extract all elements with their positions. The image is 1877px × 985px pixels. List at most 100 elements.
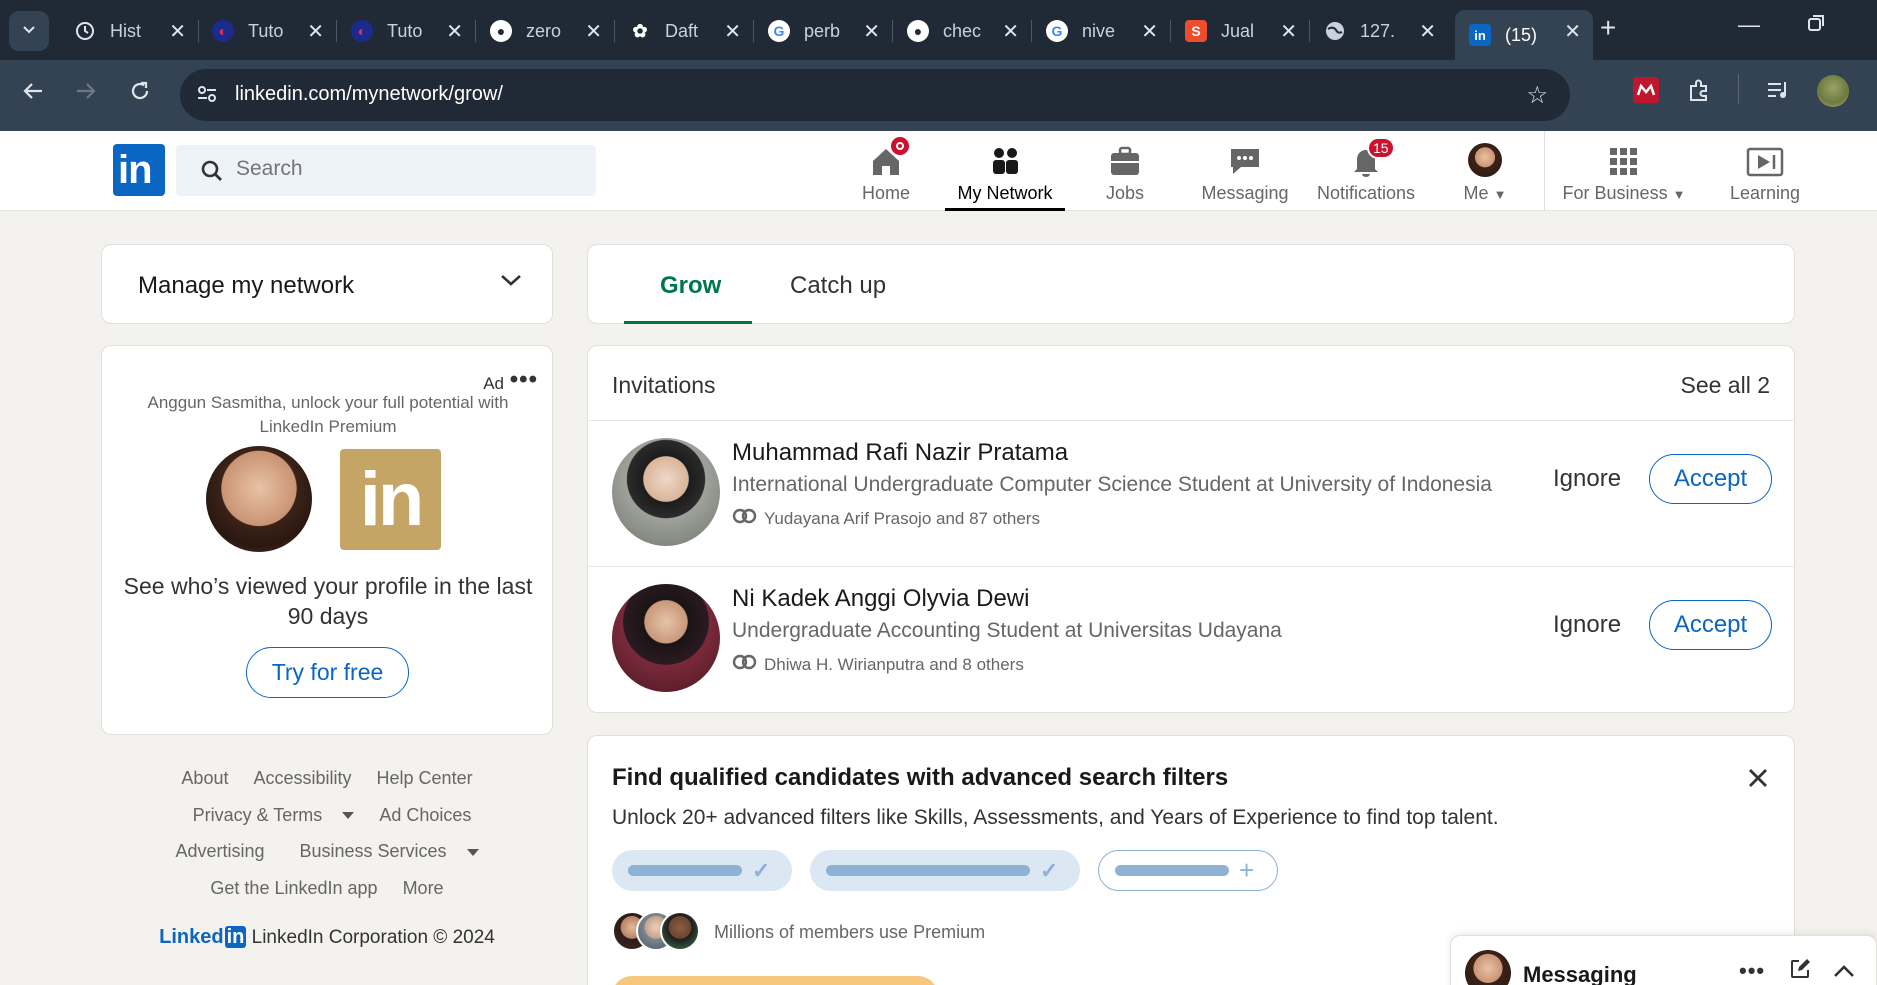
close-icon[interactable]: ✕ bbox=[1419, 19, 1436, 44]
more-options-icon[interactable]: ••• bbox=[510, 366, 538, 394]
filter-chip-add: + bbox=[1098, 850, 1278, 891]
back-icon[interactable] bbox=[22, 78, 44, 109]
see-all-invitations-link[interactable]: See all 2 bbox=[1680, 372, 1770, 399]
search-input[interactable] bbox=[236, 157, 566, 181]
invitation-name[interactable]: Muhammad Rafi Nazir Pratama bbox=[732, 439, 1068, 467]
browser-tab[interactable]: ● zero ✕ bbox=[476, 10, 615, 52]
nav-my-network[interactable]: My Network bbox=[945, 141, 1065, 211]
close-icon[interactable]: ✕ bbox=[863, 19, 880, 44]
ad-headline: See who’s viewed your profile in the las… bbox=[123, 573, 533, 629]
footer-link-get-app[interactable]: Get the LinkedIn app bbox=[210, 878, 377, 898]
invitation-name[interactable]: Ni Kadek Anggi Olyvia Dewi bbox=[732, 585, 1029, 613]
reload-icon[interactable] bbox=[129, 78, 151, 109]
invitation-avatar[interactable] bbox=[612, 438, 720, 546]
site-settings-icon[interactable] bbox=[196, 83, 218, 110]
close-icon[interactable]: ✕ bbox=[1002, 19, 1019, 44]
browser-tab[interactable]: 127. ✕ bbox=[1310, 10, 1448, 52]
premium-cta-button[interactable] bbox=[612, 976, 938, 985]
nav-messaging[interactable]: Messaging bbox=[1200, 141, 1290, 211]
compose-icon[interactable] bbox=[1789, 958, 1811, 985]
messaging-avatar bbox=[1465, 950, 1511, 985]
close-icon[interactable]: ✕ bbox=[1564, 19, 1581, 44]
tab-title: zero bbox=[526, 20, 562, 41]
mendeley-extension-icon[interactable] bbox=[1633, 77, 1659, 108]
google-icon: G bbox=[1046, 20, 1068, 42]
chevron-down-icon[interactable] bbox=[500, 273, 522, 292]
bell-icon: 15 bbox=[1349, 137, 1395, 177]
invitation-headline: International Undergraduate Computer Sci… bbox=[732, 473, 1492, 496]
browser-tab[interactable]: S Jual ✕ bbox=[1171, 10, 1310, 52]
profile-avatar[interactable] bbox=[1817, 75, 1849, 107]
accept-button[interactable]: Accept bbox=[1649, 454, 1772, 504]
footer-link-help-center[interactable]: Help Center bbox=[377, 768, 473, 788]
header-divider bbox=[1544, 131, 1545, 211]
close-icon[interactable]: ✕ bbox=[724, 19, 741, 44]
try-for-free-button[interactable]: Try for free bbox=[246, 647, 409, 698]
media-controls-icon[interactable] bbox=[1765, 77, 1791, 108]
close-icon[interactable]: ✕ bbox=[1141, 19, 1158, 44]
footer-link-accessibility[interactable]: Accessibility bbox=[253, 768, 351, 788]
forward-icon[interactable] bbox=[75, 78, 97, 109]
messaging-overlay[interactable]: Messaging ••• bbox=[1450, 935, 1877, 985]
nav-label: Home bbox=[861, 183, 910, 203]
tab-title: nive bbox=[1082, 20, 1116, 41]
nav-notifications[interactable]: 15 Notifications bbox=[1313, 137, 1419, 211]
mutual-connections: Yudayana Arif Prasojo and 87 others bbox=[732, 508, 1040, 529]
close-icon[interactable]: ✕ bbox=[307, 19, 324, 44]
invitation-avatar[interactable] bbox=[612, 584, 720, 692]
browser-tab[interactable]: G perb ✕ bbox=[754, 10, 893, 52]
footer-link-advertising[interactable]: Advertising bbox=[175, 841, 264, 861]
browser-tab[interactable]: ◐ Tuto ✕ bbox=[198, 10, 337, 52]
nav-jobs[interactable]: Jobs bbox=[1100, 141, 1150, 211]
footer-link-more[interactable]: More bbox=[403, 878, 444, 898]
manage-network-card[interactable]: Manage my network bbox=[101, 244, 553, 324]
nav-learning[interactable]: Learning bbox=[1710, 141, 1820, 211]
close-icon[interactable] bbox=[1748, 758, 1768, 797]
notifications-badge: 15 bbox=[1367, 137, 1395, 159]
ignore-button[interactable]: Ignore bbox=[1553, 465, 1621, 493]
browser-tab[interactable]: G nive ✕ bbox=[1032, 10, 1171, 52]
chevron-up-icon[interactable] bbox=[1833, 958, 1855, 984]
more-options-icon[interactable]: ••• bbox=[1739, 958, 1765, 984]
tab-grow[interactable]: Grow bbox=[660, 272, 721, 300]
tab-catch-up[interactable]: Catch up bbox=[790, 272, 886, 300]
search-icon bbox=[200, 159, 224, 188]
bookmark-star-icon[interactable]: ☆ bbox=[1526, 81, 1548, 110]
browser-tab-active[interactable]: in (15) ✕ bbox=[1455, 10, 1593, 60]
close-icon[interactable]: ✕ bbox=[446, 19, 463, 44]
address-bar[interactable]: linkedin.com/mynetwork/grow/ ☆ bbox=[180, 69, 1570, 121]
nav-label: Learning bbox=[1729, 183, 1801, 203]
browser-tab[interactable]: ● chec ✕ bbox=[893, 10, 1032, 52]
ignore-button[interactable]: Ignore bbox=[1553, 611, 1621, 639]
linkedin-logo[interactable]: in bbox=[113, 144, 165, 196]
linkedin-premium-logo: in bbox=[340, 449, 441, 550]
extensions-puzzle-icon[interactable] bbox=[1686, 77, 1712, 108]
search-box[interactable] bbox=[176, 145, 596, 196]
browser-tab[interactable]: ◐ Tuto ✕ bbox=[337, 10, 476, 52]
tab-title: chec bbox=[943, 20, 982, 41]
footer-link-privacy-terms[interactable]: Privacy & Terms bbox=[183, 805, 355, 825]
nav-me[interactable]: Me ▼ bbox=[1460, 141, 1510, 211]
close-icon[interactable]: ✕ bbox=[1280, 19, 1297, 44]
nav-label: Notifications bbox=[1316, 183, 1416, 203]
close-icon[interactable]: ✕ bbox=[585, 19, 602, 44]
accept-button[interactable]: Accept bbox=[1649, 600, 1772, 650]
checkmark-icon: ✓ bbox=[1040, 857, 1059, 883]
my-network-icon bbox=[988, 141, 1022, 177]
copyright: Linked in LinkedIn Corporation © 2024 bbox=[101, 926, 553, 949]
browser-tab[interactable]: Hist ✕ bbox=[60, 10, 199, 52]
browser-tab[interactable]: ✿ Daft ✕ bbox=[615, 10, 754, 52]
new-tab-icon[interactable]: + bbox=[1600, 12, 1616, 44]
restore-icon[interactable] bbox=[1807, 12, 1825, 38]
close-icon[interactable]: ✕ bbox=[169, 19, 186, 44]
footer-link-ad-choices[interactable]: Ad Choices bbox=[379, 805, 471, 825]
minimize-icon[interactable]: — bbox=[1738, 12, 1760, 38]
nav-for-business[interactable]: For Business ▼ bbox=[1563, 141, 1685, 211]
browser-toolbar: linkedin.com/mynetwork/grow/ ☆ bbox=[0, 60, 1877, 131]
premium-ad-card: Ad ••• Anggun Sasmitha, unlock your full… bbox=[101, 345, 553, 735]
promo-title: Find qualified candidates with advanced … bbox=[612, 764, 1229, 791]
footer-link-business-services[interactable]: Business Services bbox=[290, 841, 479, 861]
tab-search-button[interactable] bbox=[9, 11, 49, 51]
nav-home[interactable]: Home bbox=[861, 135, 911, 211]
footer-link-about[interactable]: About bbox=[181, 768, 228, 788]
